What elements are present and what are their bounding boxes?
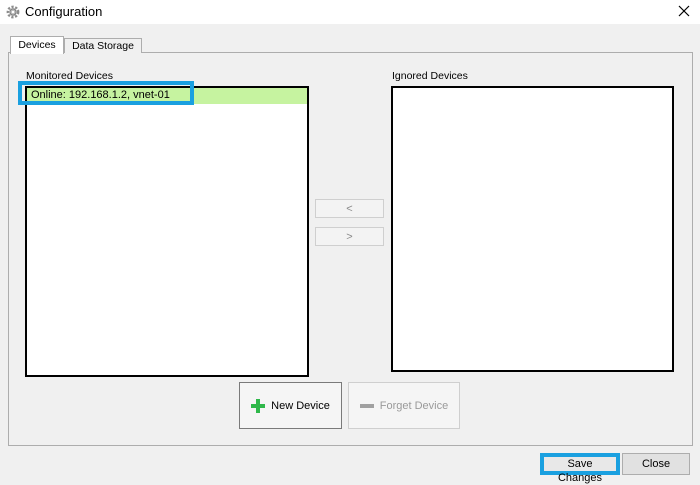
new-device-button[interactable]: New Device: [239, 382, 342, 429]
monitored-devices-list[interactable]: Online: 192.168.1.2, vnet-01: [25, 86, 309, 377]
close-icon[interactable]: [676, 3, 692, 19]
ignored-devices-list[interactable]: [391, 86, 674, 372]
window-title: Configuration: [25, 4, 103, 19]
list-item-text: Online: 192.168.1.2, vnet-01: [31, 89, 170, 101]
tab-data-storage[interactable]: Data Storage: [64, 38, 142, 53]
ignored-devices-label: Ignored Devices: [392, 70, 468, 82]
gear-icon: [6, 5, 20, 19]
forget-device-label: Forget Device: [379, 399, 449, 412]
title-bar: Configuration: [0, 0, 700, 24]
list-item[interactable]: Online: 192.168.1.2, vnet-01: [27, 88, 307, 104]
minus-icon: [359, 403, 374, 408]
move-right-button[interactable]: >: [315, 227, 384, 246]
save-changes-button[interactable]: Save Changes: [540, 453, 620, 484]
new-device-label: New Device: [271, 399, 330, 412]
tab-devices[interactable]: Devices: [10, 36, 64, 54]
plus-icon: [251, 398, 266, 413]
forget-device-button[interactable]: Forget Device: [348, 382, 460, 429]
move-left-button[interactable]: <: [315, 199, 384, 218]
monitored-devices-label: Monitored Devices: [26, 70, 113, 82]
close-button[interactable]: Close: [622, 453, 690, 475]
